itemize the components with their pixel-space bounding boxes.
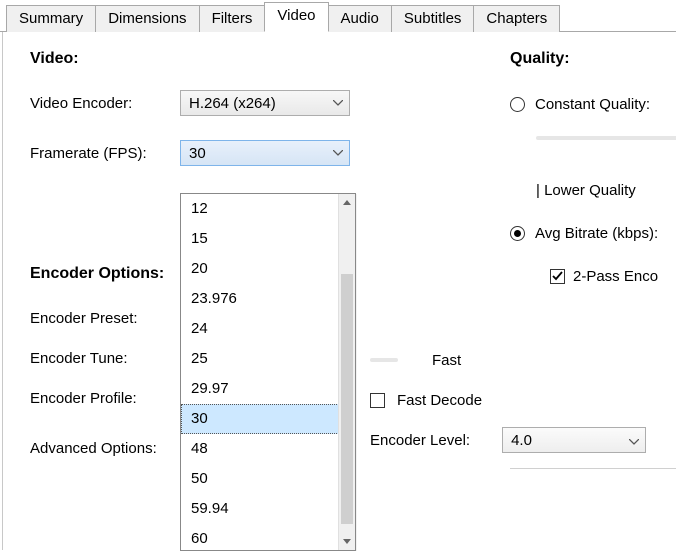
scroll-thumb[interactable] bbox=[341, 274, 353, 524]
tab-filters[interactable]: Filters bbox=[199, 5, 266, 32]
tab-summary[interactable]: Summary bbox=[6, 5, 96, 32]
scroll-down-icon[interactable] bbox=[339, 533, 355, 550]
fast-decode-checkbox[interactable] bbox=[370, 393, 385, 408]
framerate-option[interactable]: 24 bbox=[181, 314, 355, 344]
tabs-bar: Summary Dimensions Filters Video Audio S… bbox=[0, 0, 676, 32]
encoder-preset-label: Encoder Preset: bbox=[30, 307, 180, 335]
tab-video[interactable]: Video bbox=[264, 2, 328, 32]
divider bbox=[510, 468, 676, 469]
video-section-title: Video: bbox=[30, 50, 180, 68]
framerate-value: 30 bbox=[189, 145, 206, 162]
encoder-preset-value: Fast bbox=[432, 352, 461, 369]
fast-decode-label: Fast Decode bbox=[397, 392, 482, 409]
chevron-down-icon bbox=[333, 150, 343, 156]
framerate-option[interactable]: 23.976 bbox=[181, 284, 355, 314]
scrollbar[interactable] bbox=[338, 194, 355, 550]
video-encoder-value: H.264 (x264) bbox=[189, 95, 276, 112]
encoder-level-label: Encoder Level: bbox=[370, 432, 470, 449]
framerate-combo[interactable]: 30 bbox=[180, 140, 350, 166]
two-pass-checkbox[interactable] bbox=[550, 269, 565, 284]
framerate-option[interactable]: 29.97 bbox=[181, 374, 355, 404]
framerate-option[interactable]: 25 bbox=[181, 344, 355, 374]
framerate-option[interactable]: 59.94 bbox=[181, 494, 355, 524]
lower-quality-label: | Lower Quality bbox=[536, 182, 676, 199]
framerate-option[interactable]: 48 bbox=[181, 434, 355, 464]
tab-chapters[interactable]: Chapters bbox=[473, 5, 560, 32]
encoder-level-combo[interactable]: 4.0 bbox=[502, 427, 646, 453]
two-pass-label: 2-Pass Enco bbox=[573, 268, 658, 285]
avg-bitrate-radio[interactable] bbox=[510, 226, 525, 241]
tab-dimensions[interactable]: Dimensions bbox=[95, 5, 199, 32]
video-encoder-label: Video Encoder: bbox=[30, 92, 180, 120]
quality-slider[interactable] bbox=[536, 136, 676, 140]
framerate-option[interactable]: 60 bbox=[181, 524, 355, 550]
constant-quality-radio[interactable] bbox=[510, 97, 525, 112]
chevron-down-icon bbox=[629, 432, 639, 449]
encoder-tune-label: Encoder Tune: bbox=[30, 347, 180, 375]
video-encoder-combo[interactable]: H.264 (x264) bbox=[180, 90, 350, 116]
framerate-option[interactable]: 15 bbox=[181, 224, 355, 254]
framerate-dropdown[interactable]: 12152023.976242529.9730485059.9460 bbox=[180, 193, 356, 551]
advanced-options-label: Advanced Options: bbox=[30, 437, 180, 465]
framerate-option[interactable]: 12 bbox=[181, 194, 355, 224]
encoder-options-section-title: Encoder Options: bbox=[30, 265, 180, 283]
quality-section-title: Quality: bbox=[510, 50, 676, 68]
tab-audio[interactable]: Audio bbox=[328, 5, 392, 32]
framerate-label: Framerate (FPS): bbox=[30, 142, 180, 170]
constant-quality-label: Constant Quality: bbox=[535, 96, 650, 113]
tab-subtitles[interactable]: Subtitles bbox=[391, 5, 475, 32]
framerate-option[interactable]: 30 bbox=[181, 404, 355, 434]
scroll-up-icon[interactable] bbox=[339, 194, 355, 211]
encoder-level-value: 4.0 bbox=[511, 432, 532, 449]
avg-bitrate-label: Avg Bitrate (kbps): bbox=[535, 225, 658, 242]
chevron-down-icon bbox=[333, 100, 343, 106]
framerate-option[interactable]: 50 bbox=[181, 464, 355, 494]
encoder-profile-label: Encoder Profile: bbox=[30, 387, 180, 415]
framerate-option[interactable]: 20 bbox=[181, 254, 355, 284]
preset-slider[interactable] bbox=[370, 358, 398, 362]
